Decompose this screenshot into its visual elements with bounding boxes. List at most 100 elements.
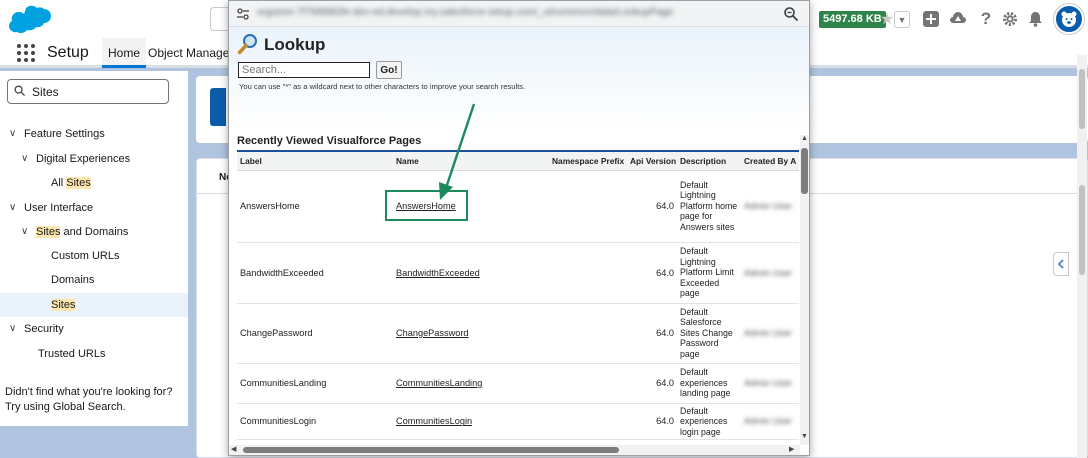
annotation-highlight-box (385, 190, 468, 221)
page-scrollbar-thumb-secondary[interactable] (1079, 185, 1085, 275)
table-vertical-scrollbar[interactable]: ▲ ▼ (800, 135, 809, 445)
setup-sidebar: Sites ∨ Feature Settings ∨ Digital Exper… (0, 71, 188, 426)
col-header-label[interactable]: Label (237, 152, 393, 171)
page-link-communitieslogin[interactable]: CommunitiesLogin (396, 416, 472, 426)
chevron-down-icon: ∨ (21, 226, 29, 237)
chevron-down-icon: ∨ (21, 153, 29, 164)
notifications-bell-icon[interactable] (1025, 9, 1045, 29)
col-header-api-version[interactable]: Api Version (627, 152, 677, 171)
tree-item-security[interactable]: ∨ Security (0, 317, 188, 341)
cell-api-version: 64.0 (627, 242, 677, 304)
cell-created-by: Admin User (741, 303, 799, 364)
cell-description: Default experiences login page (677, 403, 741, 441)
lookup-popup-window: orgstore-7f7fd9982fe-dev-ed.develop.my.s… (228, 0, 810, 456)
popup-address-bar: orgstore-7f7fd9982fe-dev-ed.develop.my.s… (229, 1, 809, 27)
cell-label: CommunitiesLogin (237, 403, 393, 441)
global-search-input[interactable] (210, 7, 230, 31)
col-header-namespace-prefix[interactable]: Namespace Prefix (549, 152, 627, 171)
page-link-changepassword[interactable]: ChangePassword (396, 328, 469, 338)
cell-created-by: Admin User (741, 403, 799, 441)
zoom-magnifier-icon[interactable] (783, 6, 799, 22)
chevron-down-icon: ∨ (9, 323, 17, 334)
page-scrollbar-thumb[interactable] (1079, 69, 1085, 129)
help-icon[interactable]: ? (976, 9, 996, 29)
sidebar-help-text: Didn't find what you're looking for? Try… (5, 386, 173, 413)
cell-description: Default Salesforce Sites Change Password… (677, 303, 741, 364)
table-row: ChangePassword ChangePassword 64.0 Defau… (237, 303, 799, 364)
wildcard-hint: You can use "*" as a wildcard next to ot… (239, 82, 526, 91)
scroll-right-arrow-icon[interactable]: ▶ (789, 445, 794, 453)
panel-toggle-chevron-left-icon[interactable] (1053, 252, 1069, 276)
cell-label: ChangePassword (237, 303, 393, 364)
vertical-scroll-thumb[interactable] (801, 148, 808, 194)
tab-home[interactable]: Home (102, 38, 147, 68)
storage-usage-badge: 5497.68 KB (819, 11, 886, 28)
section-title: Recently Viewed Visualforce Pages (237, 135, 422, 147)
page-link-bandwidthexceeded[interactable]: BandwidthExceeded (396, 268, 480, 278)
cell-created-by: Admin User (741, 242, 799, 304)
magnifier-icon (237, 34, 257, 55)
scroll-left-arrow-icon[interactable]: ◀ (231, 445, 236, 453)
tree-item-sites-and-domains[interactable]: ∨ Sites and Domains (0, 220, 188, 244)
table-row: BandwidthExceeded BandwidthExceeded 64.0… (237, 242, 799, 304)
go-button[interactable]: Go! (376, 61, 402, 79)
table-horizontal-scrollbar[interactable]: ◀ ▶ (229, 445, 800, 455)
results-table: Label Name Namespace Prefix Api Version … (237, 152, 799, 441)
user-avatar[interactable] (1054, 4, 1084, 34)
page-header-icon (210, 88, 226, 126)
salesforce-logo[interactable] (6, 4, 54, 36)
chevron-down-icon: ∨ (9, 202, 17, 213)
trailhead-cloud-icon[interactable] (948, 9, 968, 29)
app-launcher-waffle-icon[interactable] (17, 44, 35, 62)
tree-item-digital-experiences[interactable]: ∨ Digital Experiences (0, 147, 188, 171)
results-table-viewport: Label Name Namespace Prefix Api Version … (237, 152, 799, 442)
page-scrollbar[interactable] (1077, 55, 1087, 458)
cell-name: BandwidthExceeded (393, 242, 549, 304)
table-row: CommunitiesLogin CommunitiesLogin 64.0 D… (237, 403, 799, 441)
cell-label: AnswersHome (237, 170, 393, 243)
cell-created-by: Admin User (741, 170, 799, 243)
cell-api-version: 64.0 (627, 363, 677, 404)
tree-item-trusted-urls[interactable]: Trusted URLs (0, 342, 188, 366)
table-header-row: Label Name Namespace Prefix Api Version … (237, 152, 799, 171)
global-actions-plus-icon[interactable] (921, 9, 941, 29)
lookup-body: Lookup Go! You can use "*" as a wildcard… (229, 27, 809, 455)
tree-item-domains[interactable]: Domains (0, 268, 188, 292)
cell-api-version: 64.0 (627, 170, 677, 243)
tree-item-all-sites[interactable]: All Sites (0, 171, 188, 195)
cell-name: CommunitiesLanding (393, 363, 549, 404)
cell-label: CommunitiesLanding (237, 363, 393, 404)
scroll-up-arrow-icon[interactable]: ▲ (801, 135, 808, 142)
search-icon (14, 85, 25, 96)
cell-description: Default Lightning Platform Limit Exceede… (677, 242, 741, 304)
favorites-dropdown-chevron-icon[interactable]: ▼ (894, 11, 910, 28)
horizontal-scroll-thumb[interactable] (243, 447, 619, 453)
table-row: CommunitiesLanding CommunitiesLanding 64… (237, 363, 799, 404)
tab-object-manager[interactable]: Object Manager (142, 38, 239, 68)
col-header-created-by[interactable]: Created By A (741, 152, 799, 171)
cell-namespace (549, 403, 627, 441)
site-settings-icon[interactable] (236, 7, 250, 21)
page-link-communitieslanding[interactable]: CommunitiesLanding (396, 378, 482, 388)
cell-label: BandwidthExceeded (237, 242, 393, 304)
tree-item-user-interface[interactable]: ∨ User Interface (0, 196, 188, 220)
table-row: AnswersHome AnswersHome 64.0 Default Lig… (237, 170, 799, 243)
tree-item-feature-settings[interactable]: ∨ Feature Settings (0, 122, 188, 146)
cell-name: CommunitiesLogin (393, 403, 549, 441)
cell-namespace (549, 242, 627, 304)
scroll-down-arrow-icon[interactable]: ▼ (801, 433, 808, 440)
cell-created-by: Admin User (741, 363, 799, 404)
cell-api-version: 64.0 (627, 303, 677, 364)
tree-item-sites[interactable]: Sites (0, 293, 188, 317)
quick-find-input[interactable]: Sites (7, 79, 169, 104)
cell-name: ChangePassword (393, 303, 549, 364)
col-header-description[interactable]: Description (677, 152, 741, 171)
cell-description: Default Lightning Platform home page for… (677, 170, 741, 243)
cell-description: Default experiences landing page (677, 363, 741, 404)
popup-url[interactable]: orgstore-7f7fd9982fe-dev-ed.develop.my.s… (257, 7, 757, 21)
lookup-search-input[interactable] (238, 62, 370, 78)
cell-namespace (549, 170, 627, 243)
tree-item-custom-urls[interactable]: Custom URLs (0, 244, 188, 268)
quick-find-value: Sites (32, 85, 59, 99)
gear-icon[interactable] (1000, 9, 1020, 29)
